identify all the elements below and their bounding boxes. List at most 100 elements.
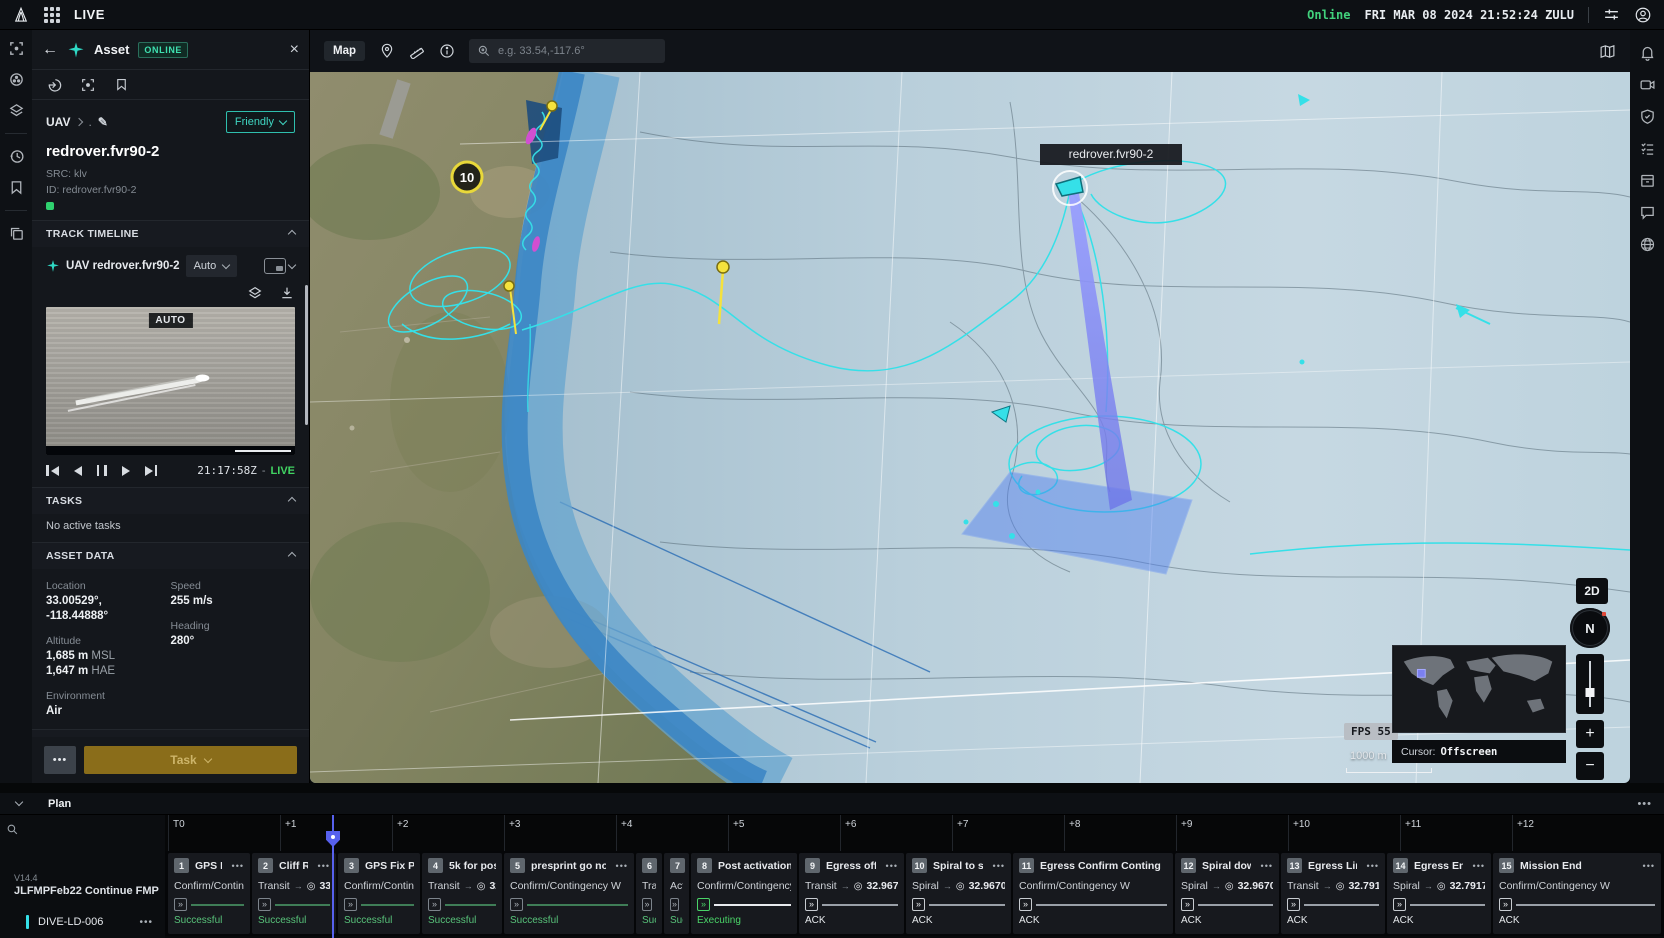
checklist-icon[interactable] bbox=[1639, 140, 1656, 157]
task-status: Successful bbox=[670, 915, 683, 926]
task-menu-button[interactable]: ••• bbox=[882, 861, 898, 871]
edit-pencil-icon[interactable]: ✎ bbox=[98, 115, 108, 129]
task-menu-button[interactable]: ••• bbox=[1469, 861, 1485, 871]
plan-task-card[interactable]: 1 GPS Fix ••• Confirm/Contingency W » Success… bbox=[168, 853, 250, 934]
task-menu-button[interactable]: ••• bbox=[314, 861, 330, 871]
plan-task-card[interactable]: 15 Mission End ••• Confirm/Contingency W » AC… bbox=[1493, 853, 1661, 934]
plan-task-card[interactable]: 10 Spiral to surface ••• Spiral→◎32.96703°,… bbox=[906, 853, 1011, 934]
zoom-slider[interactable] bbox=[1576, 654, 1604, 714]
plan-task-card[interactable]: 11 Egress Confirm Conting Confirm/Continge… bbox=[1013, 853, 1173, 934]
bookmark-asset-icon[interactable] bbox=[114, 77, 129, 92]
select-area-icon[interactable] bbox=[8, 40, 25, 57]
asset-ring-icon[interactable] bbox=[8, 71, 25, 88]
inbox-archive-icon[interactable] bbox=[1639, 172, 1656, 189]
center-on-asset-icon[interactable] bbox=[80, 77, 96, 93]
map-tab[interactable]: Map bbox=[324, 41, 365, 61]
history-icon[interactable] bbox=[8, 148, 25, 165]
chat-icon[interactable] bbox=[1639, 204, 1656, 221]
video-feed-thumbnail[interactable]: AUTO bbox=[46, 307, 295, 455]
collapse-icon[interactable] bbox=[287, 496, 297, 506]
search-icon bbox=[478, 45, 490, 57]
map-atlas-icon[interactable] bbox=[1599, 43, 1616, 60]
collections-icon[interactable] bbox=[8, 225, 25, 242]
plan-task-card[interactable]: 4 5k for posterity Transit→◎32.96 » Successf… bbox=[422, 853, 502, 934]
plan-task-card[interactable]: 6TaskTransit»Successful bbox=[636, 853, 662, 934]
ruler-tick-line bbox=[616, 815, 617, 851]
more-options-button[interactable]: ••• bbox=[44, 746, 76, 774]
shield-check-icon[interactable] bbox=[1639, 108, 1656, 125]
compass[interactable]: N bbox=[1570, 608, 1610, 648]
collapse-plan-icon[interactable] bbox=[14, 797, 24, 807]
back-button[interactable]: ← bbox=[42, 41, 58, 59]
plan-task-card[interactable]: 7ActActivation»Successful bbox=[664, 853, 689, 934]
task-menu-button[interactable]: ••• bbox=[989, 861, 1005, 871]
task-menu-button[interactable]: ••• bbox=[1639, 861, 1655, 871]
task-progress-line bbox=[527, 903, 628, 906]
vehicle-row[interactable]: DIVE-LD-006 ••• bbox=[0, 909, 165, 935]
zoom-slider-handle[interactable] bbox=[1585, 688, 1595, 697]
zoom-out-button[interactable]: − bbox=[1576, 752, 1604, 780]
affiliation-select[interactable]: Friendly bbox=[225, 111, 295, 133]
video-feeds-icon[interactable] bbox=[1639, 76, 1656, 93]
track-label[interactable]: redrover.fvr90-2 bbox=[1040, 144, 1182, 165]
pause-button[interactable] bbox=[96, 465, 107, 477]
video-layers-icon[interactable] bbox=[247, 285, 263, 301]
timeline-mode-select[interactable]: Auto bbox=[185, 255, 238, 277]
task-coordinate: 32.79177°, -11 bbox=[1449, 880, 1485, 892]
goto-arrow-icon: → bbox=[1423, 881, 1433, 891]
skip-to-start-button[interactable] bbox=[46, 465, 59, 477]
close-icon[interactable]: × bbox=[290, 41, 299, 59]
timeline-ruler[interactable]: T0 +1 +2 +3 +4 +5 +6 +7 +8 +9 +10 +11 +12 bbox=[165, 815, 1664, 851]
pip-video-button[interactable] bbox=[264, 258, 297, 274]
drop-pin-icon[interactable] bbox=[379, 43, 395, 59]
plan-menu-button[interactable]: ••• bbox=[1637, 798, 1652, 810]
follow-icon[interactable] bbox=[46, 77, 62, 93]
task-menu-button[interactable]: ••• bbox=[1257, 861, 1273, 871]
waypoint-10-badge[interactable]: 10 bbox=[450, 160, 484, 194]
settings-sliders-icon[interactable] bbox=[1603, 6, 1620, 23]
video-progress-bar[interactable] bbox=[46, 446, 295, 455]
plan-task-card[interactable]: 2 Cliff Run 2 ••• Transit→◎33.00 » Successful bbox=[252, 853, 336, 934]
map-mode-2d-button[interactable]: 2D bbox=[1576, 578, 1608, 604]
vehicle-menu-button[interactable]: ••• bbox=[139, 917, 153, 928]
fast-forward-icon: » bbox=[1499, 898, 1512, 911]
coordinate-search-input[interactable]: e.g. 33.54,-117.6° bbox=[469, 39, 665, 63]
collapse-icon[interactable] bbox=[287, 229, 297, 239]
panel-scrollbar[interactable] bbox=[305, 285, 308, 425]
task-title: GPS Fix bbox=[195, 859, 222, 872]
plan-task-card[interactable]: 14 Egress End Spiral ••• Spiral→◎32.79177°,… bbox=[1387, 853, 1491, 934]
plan-search-icon[interactable] bbox=[6, 823, 19, 836]
altitude-msl: 1,685 m bbox=[46, 650, 89, 662]
field-label: Speed bbox=[170, 580, 201, 592]
measure-ruler-icon[interactable] bbox=[409, 43, 425, 59]
task-menu-button[interactable]: ••• bbox=[612, 861, 628, 871]
bookmark-icon[interactable] bbox=[8, 179, 25, 196]
task-progress: » bbox=[344, 898, 414, 911]
step-back-button[interactable] bbox=[73, 465, 82, 477]
minimap[interactable] bbox=[1392, 645, 1566, 733]
task-button[interactable]: Task bbox=[84, 746, 297, 774]
account-icon[interactable] bbox=[1634, 6, 1652, 24]
task-menu-button[interactable]: ••• bbox=[228, 861, 244, 871]
plan-task-card[interactable]: 12 Spiral down ••• Spiral→◎32.96706°, -1 » AC… bbox=[1175, 853, 1279, 934]
plan-task-card[interactable]: 8 Post activation data du Confirm/Continge… bbox=[691, 853, 797, 934]
notifications-bell-icon[interactable] bbox=[1639, 44, 1656, 61]
collapse-icon[interactable] bbox=[287, 551, 297, 561]
plan-task-card[interactable]: 5 presprint go no go ••• Confirm/Contingenc… bbox=[504, 853, 634, 934]
info-icon[interactable] bbox=[439, 43, 455, 59]
skip-to-live-button[interactable] bbox=[144, 465, 157, 477]
download-icon[interactable] bbox=[279, 285, 295, 301]
plan-task-card[interactable]: 3 GPS Fix Post Cliff Confirm/Contingency W… bbox=[338, 853, 420, 934]
mission-name[interactable]: JLFMPFeb22 Continue FMP 23... bbox=[14, 885, 159, 897]
zoom-in-button[interactable]: + bbox=[1576, 720, 1604, 748]
task-number-badge: 11 bbox=[1019, 858, 1034, 873]
task-menu-button[interactable]: ••• bbox=[1363, 861, 1379, 871]
plan-task-card[interactable]: 9 Egress off cliff ••• Transit→◎32.96701°, … bbox=[799, 853, 904, 934]
app-grid-icon[interactable] bbox=[44, 6, 60, 23]
layers-icon[interactable] bbox=[8, 102, 25, 119]
task-number-badge: 2 bbox=[258, 858, 273, 873]
plan-task-card[interactable]: 13 Egress Line ••• Transit→◎32.79155°, -1 » A… bbox=[1281, 853, 1385, 934]
globe-icon[interactable] bbox=[1639, 236, 1656, 253]
task-status: Successful bbox=[510, 915, 559, 926]
step-forward-button[interactable] bbox=[121, 465, 130, 477]
